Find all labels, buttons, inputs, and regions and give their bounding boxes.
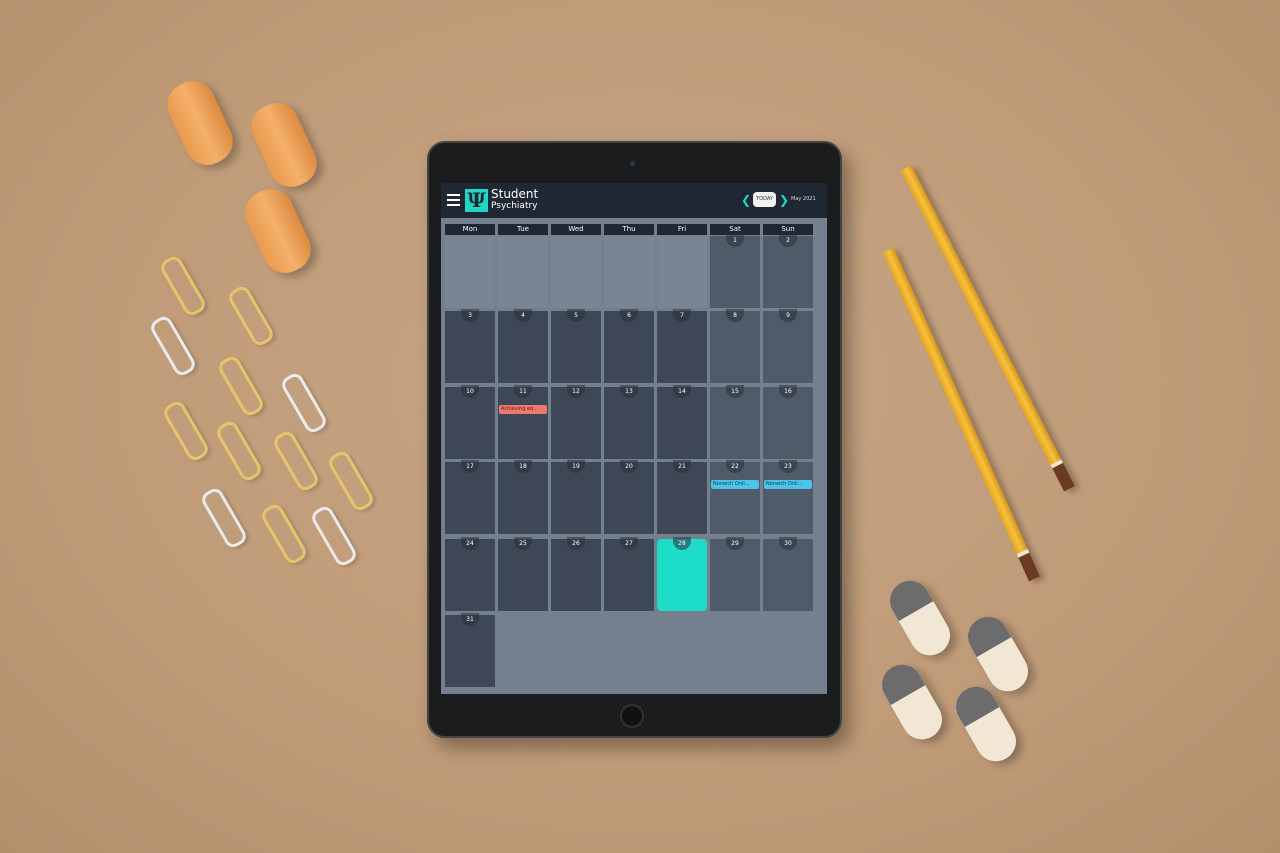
day-number: 7 <box>673 309 691 322</box>
day-number: 4 <box>514 309 532 322</box>
day-cell-6[interactable]: 6 <box>604 309 654 383</box>
brand-name-sub: Psychiatry <box>491 201 538 211</box>
day-cell-18[interactable]: 18 <box>498 460 548 534</box>
day-cell-17[interactable]: 17 <box>445 460 495 534</box>
day-number: 3 <box>461 309 479 322</box>
day-cell-25[interactable]: 25 <box>498 537 548 611</box>
day-cell-16[interactable]: 16 <box>763 385 813 459</box>
hamburger-menu-icon[interactable] <box>447 194 460 206</box>
day-cell-9[interactable]: 9 <box>763 309 813 383</box>
empty-day-cell <box>445 236 495 308</box>
day-cell-11[interactable]: 11 Achieving eq... <box>498 385 548 459</box>
day-number: 2 <box>779 234 797 247</box>
chevron-right-icon[interactable]: ❯ <box>779 193 789 207</box>
day-cell-20[interactable]: 20 <box>604 460 654 534</box>
day-number: 5 <box>567 309 585 322</box>
today-button[interactable]: TODAY <box>753 192 776 207</box>
day-cell-13[interactable]: 13 <box>604 385 654 459</box>
weekday-header-fri: Fri <box>657 224 707 235</box>
day-number: 31 <box>461 613 479 626</box>
day-number: 8 <box>726 309 744 322</box>
weekday-header-wed: Wed <box>551 224 601 235</box>
day-number: 21 <box>673 460 691 473</box>
empty-day-cell <box>604 236 654 308</box>
day-number: 27 <box>620 537 638 550</box>
day-cell-21[interactable]: 21 <box>657 460 707 534</box>
calendar-event[interactable]: Norwich Onli... <box>764 480 812 489</box>
day-cell-12[interactable]: 12 <box>551 385 601 459</box>
day-cell-28[interactable]: 28 <box>657 537 707 611</box>
month-label: May 2021 <box>791 196 816 202</box>
logo-icon: Ψ <box>465 189 488 212</box>
weekday-header-mon: Mon <box>445 224 495 235</box>
day-cell-7[interactable]: 7 <box>657 309 707 383</box>
day-number: 15 <box>726 385 744 398</box>
day-cell-24[interactable]: 24 <box>445 537 495 611</box>
day-number: 25 <box>514 537 532 550</box>
day-cell-15[interactable]: 15 <box>710 385 760 459</box>
day-cell-30[interactable]: 30 <box>763 537 813 611</box>
day-cell-1[interactable]: 1 <box>710 234 760 308</box>
empty-day-cell <box>657 236 707 308</box>
day-cell-4[interactable]: 4 <box>498 309 548 383</box>
day-number: 24 <box>461 537 479 550</box>
day-cell-19[interactable]: 19 <box>551 460 601 534</box>
day-number: 19 <box>567 460 585 473</box>
day-number: 11 <box>514 385 532 398</box>
day-cell-10[interactable]: 10 <box>445 385 495 459</box>
calendar-app: Ψ Student Psychiatry ❮ TODAY ❯ May 2021 … <box>441 183 827 694</box>
weekday-header-tue: Tue <box>498 224 548 235</box>
day-number: 10 <box>461 385 479 398</box>
day-cell-23[interactable]: 23 Norwich Onli... <box>763 460 813 534</box>
day-cell-22[interactable]: 22 Norwich Onli... <box>710 460 760 534</box>
brand-name: Student <box>491 187 539 201</box>
empty-day-cell <box>551 236 601 308</box>
camera <box>630 161 635 166</box>
day-cell-2[interactable]: 2 <box>763 234 813 308</box>
home-button[interactable] <box>620 704 644 728</box>
day-cell-14[interactable]: 14 <box>657 385 707 459</box>
day-cell-3[interactable]: 3 <box>445 309 495 383</box>
day-number: 6 <box>620 309 638 322</box>
day-number: 1 <box>726 234 744 247</box>
day-cell-31[interactable]: 31 <box>445 613 495 687</box>
day-cell-5[interactable]: 5 <box>551 309 601 383</box>
empty-day-cell <box>498 236 548 308</box>
day-number: 16 <box>779 385 797 398</box>
day-cell-26[interactable]: 26 <box>551 537 601 611</box>
day-number: 22 <box>726 460 744 473</box>
day-number: 18 <box>514 460 532 473</box>
day-number: 28 <box>673 537 691 550</box>
day-number: 26 <box>567 537 585 550</box>
calendar-event[interactable]: Achieving eq... <box>499 405 547 414</box>
calendar-event[interactable]: Norwich Onli... <box>711 480 759 489</box>
day-cell-8[interactable]: 8 <box>710 309 760 383</box>
day-number: 23 <box>779 460 797 473</box>
day-number: 30 <box>779 537 797 550</box>
day-number: 13 <box>620 385 638 398</box>
day-number: 17 <box>461 460 479 473</box>
day-number: 14 <box>673 385 691 398</box>
day-number: 29 <box>726 537 744 550</box>
day-cell-29[interactable]: 29 <box>710 537 760 611</box>
day-number: 12 <box>567 385 585 398</box>
day-number: 20 <box>620 460 638 473</box>
weekday-header-thu: Thu <box>604 224 654 235</box>
app-header: Ψ Student Psychiatry ❮ TODAY ❯ May 2021 <box>441 183 827 218</box>
day-number: 9 <box>779 309 797 322</box>
chevron-left-icon[interactable]: ❮ <box>741 193 751 207</box>
day-cell-27[interactable]: 27 <box>604 537 654 611</box>
